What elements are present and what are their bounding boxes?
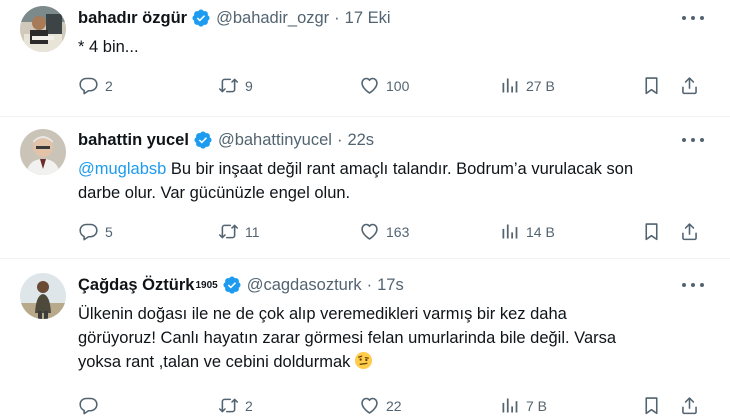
tweet-actions: 2 9 100 27 B	[78, 75, 708, 97]
like-icon	[359, 221, 380, 242]
retweet-count: 11	[245, 223, 260, 240]
views-icon	[499, 221, 520, 242]
tweet-text-line: darbe olur. Var gücünüzle engel olun.	[78, 184, 351, 202]
reply-icon	[78, 221, 99, 242]
retweet-button[interactable]: 2	[218, 395, 253, 416]
tweet-text-line: yoksa rant ,talan ve cebini doldurmak	[78, 350, 708, 374]
share-button[interactable]	[679, 395, 700, 416]
reply-icon	[78, 75, 99, 96]
mention-link[interactable]: @muglabsb	[78, 160, 166, 178]
share-icon	[679, 395, 700, 416]
views-count: 27 B	[526, 77, 555, 94]
tweet-timestamp[interactable]: 22s	[347, 131, 374, 150]
views-button[interactable]: 7 B	[499, 395, 547, 416]
bookmark-button[interactable]	[641, 75, 662, 96]
tweet-timestamp[interactable]: 17 Eki	[345, 9, 391, 28]
share-button[interactable]	[679, 75, 700, 96]
views-count: 7 B	[526, 397, 548, 414]
reply-button[interactable]: 5	[78, 221, 113, 242]
like-icon	[359, 75, 380, 96]
tweet-header: bahattin yucel @bahattinyucel · 22s	[78, 130, 374, 150]
like-count: 163	[386, 223, 410, 240]
like-button[interactable]: 22	[359, 395, 402, 416]
retweet-icon	[218, 221, 239, 242]
author-handle[interactable]: @cagdasozturk	[247, 276, 362, 295]
meta-separator: ·	[336, 130, 343, 149]
tweet-header: Çağdaş Öztürk 1905 @cagdasozturk · 17s	[78, 275, 404, 295]
verified-badge-icon	[191, 8, 211, 28]
tweet-text: Ülkenin doğası ile ne de çok alıp vereme…	[78, 302, 708, 374]
tweet-actions: 5 11 163 14 B	[78, 221, 708, 243]
like-button[interactable]: 100	[359, 75, 409, 96]
tweet-text-line: @muglabsb Bu bir inşaat değil rant amaçl…	[78, 157, 708, 181]
meta-separator: ·	[334, 8, 340, 27]
more-icon[interactable]	[682, 10, 704, 26]
retweet-count: 9	[245, 77, 253, 94]
avatar[interactable]	[20, 129, 66, 175]
share-icon	[679, 75, 700, 96]
bookmark-icon	[641, 75, 662, 96]
tweet-header: bahadır özgür @bahadir_ozgr · 17 Eki	[78, 8, 391, 28]
raised-eyebrow-emoji-icon	[354, 351, 373, 370]
tweet-actions: 2 22 7 B	[78, 395, 708, 417]
tweet-text-line: görüyoruz! Canlı hayatın zarar görmesi f…	[78, 329, 617, 347]
reply-icon	[78, 395, 99, 416]
views-button[interactable]: 14 B	[499, 221, 555, 242]
retweet-count: 2	[245, 397, 253, 414]
views-count: 14 B	[526, 223, 555, 240]
retweet-icon	[218, 395, 239, 416]
like-button[interactable]: 163	[359, 221, 409, 242]
reply-count: 2	[105, 77, 113, 94]
author-name-superscript: 1905	[195, 279, 218, 291]
tweet-text-line: Ülkenin doğası ile ne de çok alıp vereme…	[78, 305, 567, 323]
verified-badge-icon	[193, 130, 213, 150]
bookmark-button[interactable]	[641, 395, 662, 416]
like-count: 100	[386, 77, 410, 94]
avatar[interactable]	[20, 273, 66, 319]
tweet-text: * 4 bin...	[78, 35, 708, 59]
tweet-3[interactable]: Çağdaş Öztürk 1905 @cagdasozturk · 17s Ül…	[0, 259, 730, 420]
author-name[interactable]: Çağdaş Öztürk	[78, 276, 194, 295]
author-name[interactable]: bahattin yucel	[78, 131, 189, 150]
reply-button[interactable]: 2	[78, 75, 113, 96]
tweet-text-fragment: yoksa rant ,talan ve cebini doldurmak	[78, 353, 351, 371]
bookmark-icon	[641, 395, 662, 416]
retweet-button[interactable]: 9	[218, 75, 253, 96]
tweet-1[interactable]: bahadır özgür @bahadir_ozgr · 17 Eki * 4…	[0, 0, 730, 115]
verified-badge-icon	[222, 275, 242, 295]
bookmark-button[interactable]	[641, 221, 662, 242]
retweet-icon	[218, 75, 239, 96]
meta-separator: ·	[366, 275, 373, 294]
like-icon	[359, 395, 380, 416]
tweet-text: @muglabsb Bu bir inşaat değil rant amaçl…	[78, 157, 708, 205]
more-icon[interactable]	[682, 132, 704, 148]
reply-button[interactable]	[78, 395, 105, 416]
views-button[interactable]: 27 B	[499, 75, 555, 96]
author-handle[interactable]: @bahattinyucel	[218, 131, 332, 150]
views-icon	[499, 395, 520, 416]
reply-count: 5	[105, 223, 113, 240]
bookmark-icon	[641, 221, 662, 242]
share-icon	[679, 221, 700, 242]
tweet-text-line: * 4 bin...	[78, 38, 139, 56]
tweet-2[interactable]: bahattin yucel @bahattinyucel · 22s @mug…	[0, 117, 730, 257]
like-count: 22	[386, 397, 402, 414]
tweet-timestamp[interactable]: 17s	[377, 276, 404, 295]
avatar[interactable]	[20, 6, 66, 52]
more-icon[interactable]	[682, 277, 704, 293]
tweet-text-fragment: Bu bir inşaat değil rant amaçlı talandır…	[166, 160, 634, 178]
share-button[interactable]	[679, 221, 700, 242]
retweet-button[interactable]: 11	[218, 221, 260, 242]
author-handle[interactable]: @bahadir_ozgr	[216, 9, 329, 28]
views-icon	[499, 75, 520, 96]
author-name[interactable]: bahadır özgür	[78, 9, 187, 28]
